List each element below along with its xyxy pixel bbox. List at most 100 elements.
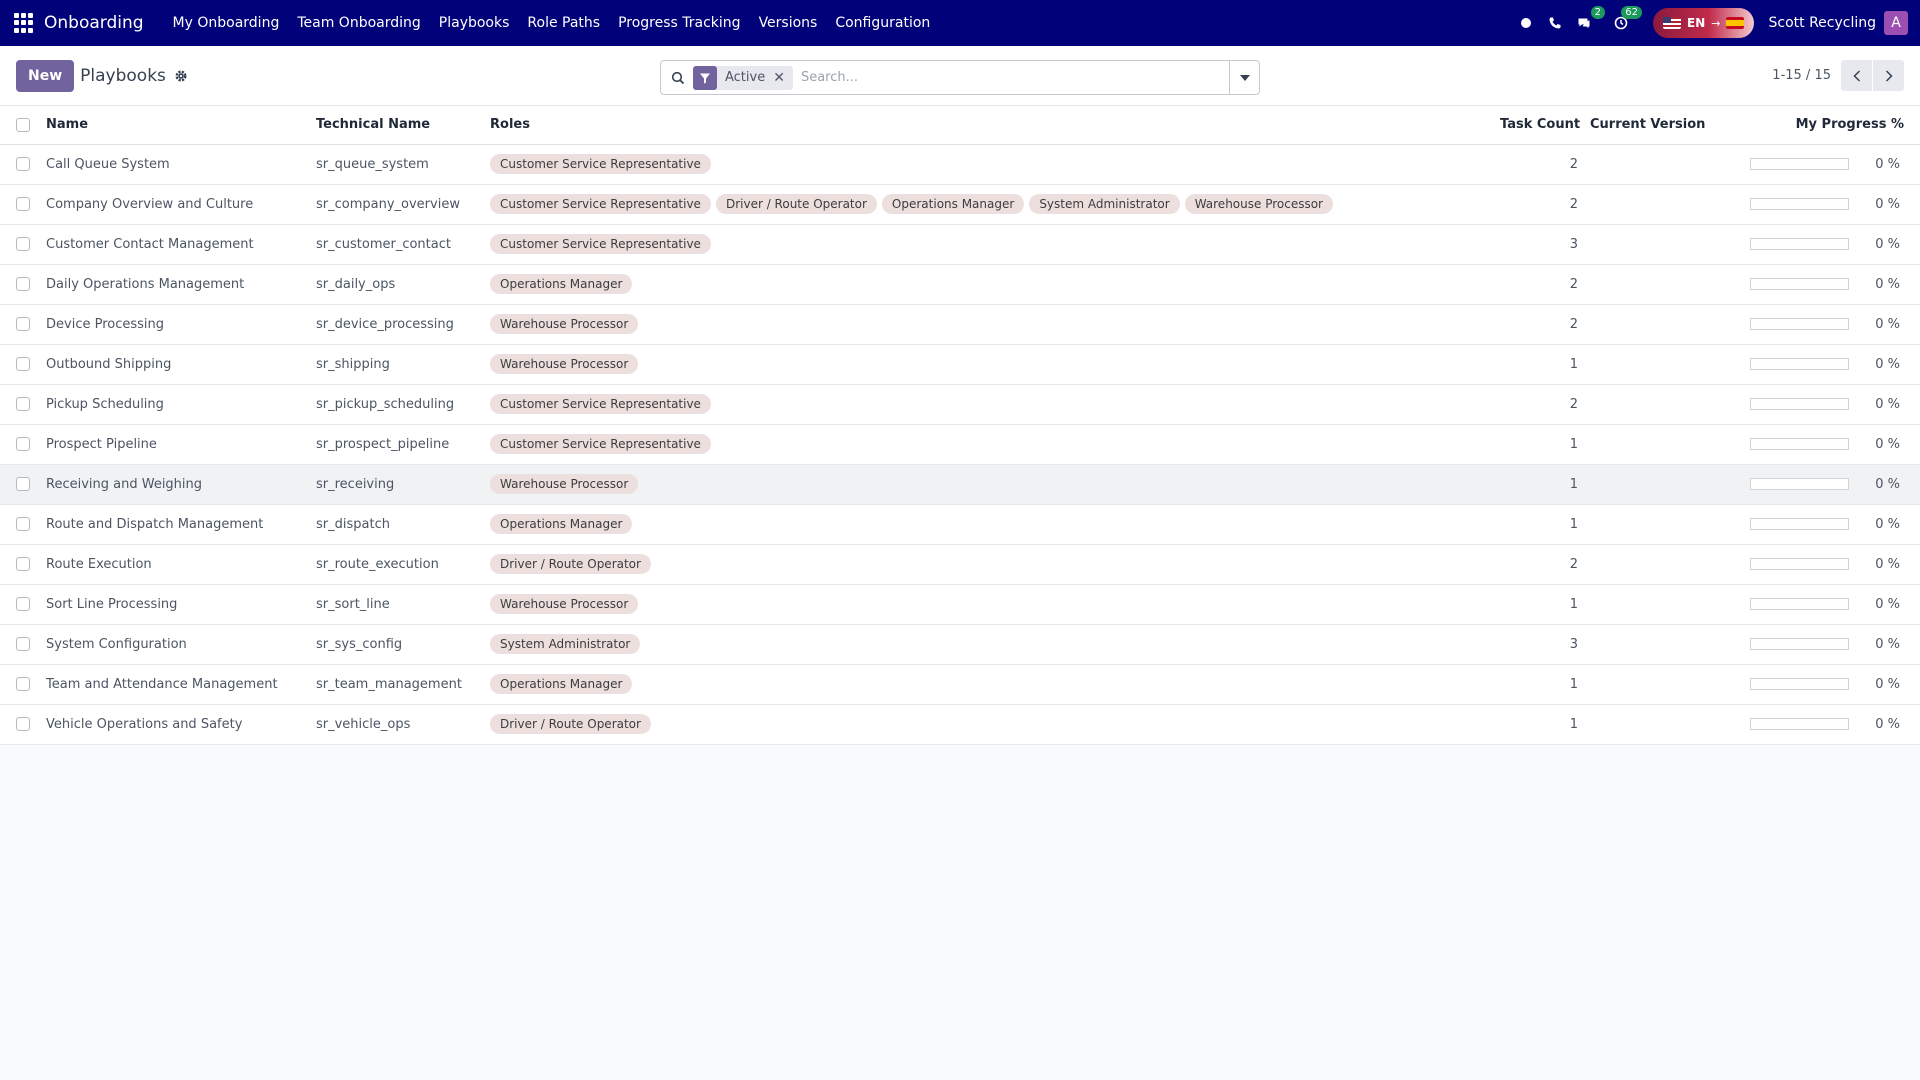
- cell-name[interactable]: Receiving and Weighing: [40, 464, 310, 505]
- cell-current-version[interactable]: [1584, 704, 1744, 745]
- company-switcher[interactable]: Scott Recycling: [1768, 15, 1876, 31]
- pager-previous-button[interactable]: [1841, 60, 1872, 91]
- cell-technical-name[interactable]: sr_vehicle_ops: [310, 704, 484, 745]
- cell-name[interactable]: Team and Attendance Management: [40, 664, 310, 705]
- app-brand[interactable]: Onboarding: [44, 13, 144, 33]
- cell-my-progress[interactable]: 0 %: [1744, 184, 1920, 225]
- menu-item-my-onboarding[interactable]: My Onboarding: [164, 15, 289, 31]
- table-row[interactable]: Route Execution sr_route_execution Drive…: [0, 544, 1920, 585]
- cell-technical-name[interactable]: sr_route_execution: [310, 544, 484, 585]
- cell-my-progress[interactable]: 0 %: [1744, 544, 1920, 585]
- cell-task-count[interactable]: 1: [1494, 344, 1584, 385]
- cell-my-progress[interactable]: 0 %: [1744, 224, 1920, 265]
- cell-current-version[interactable]: [1584, 264, 1744, 305]
- cell-task-count[interactable]: 3: [1494, 224, 1584, 265]
- cell-my-progress[interactable]: 0 %: [1744, 664, 1920, 705]
- row-checkbox[interactable]: [16, 717, 30, 731]
- table-row[interactable]: System Configuration sr_sys_config Syste…: [0, 624, 1920, 665]
- menu-item-versions[interactable]: Versions: [750, 15, 827, 31]
- pager-value[interactable]: 1-15 / 15: [1772, 68, 1831, 83]
- phone-icon[interactable]: [1544, 12, 1566, 34]
- cell-task-count[interactable]: 2: [1494, 144, 1584, 185]
- cell-technical-name[interactable]: sr_queue_system: [310, 144, 484, 185]
- cell-name[interactable]: Prospect Pipeline: [40, 424, 310, 465]
- cell-name[interactable]: Daily Operations Management: [40, 264, 310, 305]
- table-row[interactable]: Outbound Shipping sr_shipping Warehouse …: [0, 344, 1920, 385]
- cell-my-progress[interactable]: 0 %: [1744, 424, 1920, 465]
- table-row[interactable]: Vehicle Operations and Safety sr_vehicle…: [0, 704, 1920, 745]
- menu-item-playbooks[interactable]: Playbooks: [430, 15, 519, 31]
- cell-current-version[interactable]: [1584, 384, 1744, 425]
- cell-roles[interactable]: Warehouse Processor: [484, 304, 1494, 345]
- table-row[interactable]: Company Overview and Culture sr_company_…: [0, 184, 1920, 225]
- select-all-checkbox[interactable]: [16, 117, 30, 132]
- cell-name[interactable]: Customer Contact Management: [40, 224, 310, 265]
- menu-item-role-paths[interactable]: Role Paths: [518, 15, 609, 31]
- column-header-task-count[interactable]: Task Count: [1494, 106, 1584, 145]
- cell-current-version[interactable]: [1584, 624, 1744, 665]
- column-header-current-version[interactable]: Current Version: [1584, 106, 1744, 145]
- cell-my-progress[interactable]: 0 %: [1744, 384, 1920, 425]
- row-checkbox[interactable]: [16, 557, 30, 571]
- cell-technical-name[interactable]: sr_company_overview: [310, 184, 484, 225]
- cell-my-progress[interactable]: 0 %: [1744, 304, 1920, 345]
- cell-task-count[interactable]: 2: [1494, 544, 1584, 585]
- cell-roles[interactable]: Customer Service Representative: [484, 224, 1494, 265]
- cell-name[interactable]: Device Processing: [40, 304, 310, 345]
- cell-task-count[interactable]: 1: [1494, 664, 1584, 705]
- status-dot-icon[interactable]: [1515, 12, 1537, 34]
- cell-my-progress[interactable]: 0 %: [1744, 264, 1920, 305]
- cell-my-progress[interactable]: 0 %: [1744, 504, 1920, 545]
- column-header-name[interactable]: Name: [40, 106, 310, 145]
- cell-roles[interactable]: Warehouse Processor: [484, 344, 1494, 385]
- cell-technical-name[interactable]: sr_team_management: [310, 664, 484, 705]
- row-checkbox[interactable]: [16, 157, 30, 171]
- search-input[interactable]: [792, 70, 1229, 85]
- cell-technical-name[interactable]: sr_receiving: [310, 464, 484, 505]
- cell-task-count[interactable]: 2: [1494, 264, 1584, 305]
- row-checkbox[interactable]: [16, 597, 30, 611]
- search-options-toggle[interactable]: [1229, 61, 1259, 94]
- table-row[interactable]: Team and Attendance Management sr_team_m…: [0, 664, 1920, 705]
- cell-technical-name[interactable]: sr_prospect_pipeline: [310, 424, 484, 465]
- cell-task-count[interactable]: 2: [1494, 304, 1584, 345]
- language-switcher[interactable]: EN →: [1653, 8, 1755, 38]
- column-header-my-progress[interactable]: My Progress %: [1744, 106, 1920, 145]
- table-row[interactable]: Route and Dispatch Management sr_dispatc…: [0, 504, 1920, 545]
- cell-name[interactable]: System Configuration: [40, 624, 310, 665]
- pager-next-button[interactable]: [1873, 60, 1904, 91]
- cell-name[interactable]: Route Execution: [40, 544, 310, 585]
- row-checkbox[interactable]: [16, 317, 30, 331]
- cell-current-version[interactable]: [1584, 464, 1744, 505]
- user-avatar[interactable]: A: [1884, 11, 1908, 35]
- cell-technical-name[interactable]: sr_dispatch: [310, 504, 484, 545]
- row-checkbox[interactable]: [16, 637, 30, 651]
- cell-current-version[interactable]: [1584, 304, 1744, 345]
- cell-task-count[interactable]: 1: [1494, 424, 1584, 465]
- cell-roles[interactable]: Customer Service Representative: [484, 384, 1494, 425]
- cell-my-progress[interactable]: 0 %: [1744, 584, 1920, 625]
- cell-my-progress[interactable]: 0 %: [1744, 704, 1920, 745]
- cell-technical-name[interactable]: sr_device_processing: [310, 304, 484, 345]
- table-row[interactable]: Daily Operations Management sr_daily_ops…: [0, 264, 1920, 305]
- cell-roles[interactable]: System Administrator: [484, 624, 1494, 665]
- cell-roles[interactable]: Warehouse Processor: [484, 584, 1494, 625]
- cell-roles[interactable]: Operations Manager: [484, 504, 1494, 545]
- row-checkbox[interactable]: [16, 197, 30, 211]
- menu-item-progress-tracking[interactable]: Progress Tracking: [609, 15, 749, 31]
- cell-technical-name[interactable]: sr_customer_contact: [310, 224, 484, 265]
- cell-technical-name[interactable]: sr_sort_line: [310, 584, 484, 625]
- column-header-roles[interactable]: Roles: [484, 106, 1494, 145]
- cell-current-version[interactable]: [1584, 344, 1744, 385]
- cell-technical-name[interactable]: sr_sys_config: [310, 624, 484, 665]
- new-button[interactable]: New: [16, 59, 75, 92]
- cell-current-version[interactable]: [1584, 584, 1744, 625]
- cell-current-version[interactable]: [1584, 184, 1744, 225]
- cell-current-version[interactable]: [1584, 664, 1744, 705]
- cell-roles[interactable]: Driver / Route Operator: [484, 544, 1494, 585]
- row-checkbox[interactable]: [16, 237, 30, 251]
- cell-name[interactable]: Route and Dispatch Management: [40, 504, 310, 545]
- cell-name[interactable]: Pickup Scheduling: [40, 384, 310, 425]
- cell-my-progress[interactable]: 0 %: [1744, 344, 1920, 385]
- cell-technical-name[interactable]: sr_daily_ops: [310, 264, 484, 305]
